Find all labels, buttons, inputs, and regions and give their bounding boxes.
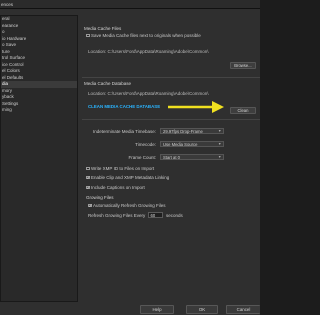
preferences-dialog: eral earance o io Hardware o Save ture t… xyxy=(0,9,260,315)
frame-count-label: Frame Count: xyxy=(128,155,156,160)
write-xmp-checkbox[interactable] xyxy=(86,166,90,171)
seconds-label: seconds xyxy=(166,213,183,218)
timecode-label: Timecode: xyxy=(135,142,156,147)
chevron-down-icon: ▼ xyxy=(218,142,222,146)
media-settings-panel: Media Cache Files Save Media Cache files… xyxy=(82,15,260,302)
chevron-down-icon: ▼ xyxy=(218,129,222,133)
include-captions-checkbox[interactable] xyxy=(86,185,90,190)
auto-refresh-checkbox[interactable] xyxy=(88,203,92,208)
yellow-arrow-icon xyxy=(168,101,224,113)
timebase-value: 29.97fps Drop-Frame xyxy=(163,129,203,134)
frame-count-select[interactable]: Start at 0 ▼ xyxy=(160,154,224,160)
auto-refresh-label: Automatically Refresh Growing Files xyxy=(93,203,166,208)
media-cache-files-title: Media Cache Files xyxy=(84,26,122,31)
sidebar-item-trimming[interactable]: ming xyxy=(1,107,77,114)
timebase-select[interactable]: 29.97fps Drop-Frame ▼ xyxy=(160,128,224,134)
divider xyxy=(82,77,260,78)
auto-refresh-option[interactable]: Automatically Refresh Growing Files xyxy=(88,203,166,208)
timecode-value: Use Media Source xyxy=(163,142,198,147)
clean-button[interactable]: Clean xyxy=(230,107,256,114)
enable-clip-linking-option[interactable]: Enable Clip and XMP Metadata Linking xyxy=(86,175,169,180)
write-xmp-option[interactable]: Write XMP ID to Files on Import xyxy=(86,166,154,171)
save-cache-next-to-originals[interactable]: Save Media Cache files next to originals… xyxy=(86,33,201,38)
help-button[interactable]: Help xyxy=(140,305,174,314)
media-cache-database-location: Location: C:\Users\Ford\AppData\Roaming\… xyxy=(88,91,209,96)
timecode-select[interactable]: Use Media Source ▼ xyxy=(160,141,224,147)
clean-cache-annotation: CLEAN MEDIA CACHE DATABASE xyxy=(88,104,161,109)
timebase-label: Indeterminate Media Timebase: xyxy=(92,129,156,134)
growing-files-title: Growing Files xyxy=(86,195,114,200)
enable-clip-linking-checkbox[interactable] xyxy=(86,175,90,180)
frame-count-value: Start at 0 xyxy=(163,155,180,160)
ok-button[interactable]: OK xyxy=(186,305,218,314)
window-title-bar: ences xyxy=(0,0,260,9)
save-cache-label: Save Media Cache files next to originals… xyxy=(91,33,201,38)
chevron-down-icon: ▼ xyxy=(218,155,222,159)
browse-button[interactable]: Browse... xyxy=(230,62,256,69)
save-cache-checkbox[interactable] xyxy=(86,33,90,38)
preferences-sidebar: eral earance o io Hardware o Save ture t… xyxy=(0,15,78,302)
refresh-every-label: Refresh Growing Files Every xyxy=(88,213,146,218)
media-cache-database-title: Media Cache Database xyxy=(84,81,132,86)
refresh-interval-input[interactable]: 60 xyxy=(148,212,163,218)
media-cache-files-location: Location: C:\Users\Ford\AppData\Roaming\… xyxy=(88,49,209,54)
cancel-button[interactable]: Cancel xyxy=(226,305,260,314)
enable-clip-linking-label: Enable Clip and XMP Metadata Linking xyxy=(91,175,170,180)
window-title: ences xyxy=(1,2,14,7)
include-captions-option[interactable]: Include Captions on Import xyxy=(86,185,145,190)
divider xyxy=(82,119,260,120)
write-xmp-label: Write XMP ID to Files on Import xyxy=(91,166,155,171)
include-captions-label: Include Captions on Import xyxy=(91,185,145,190)
